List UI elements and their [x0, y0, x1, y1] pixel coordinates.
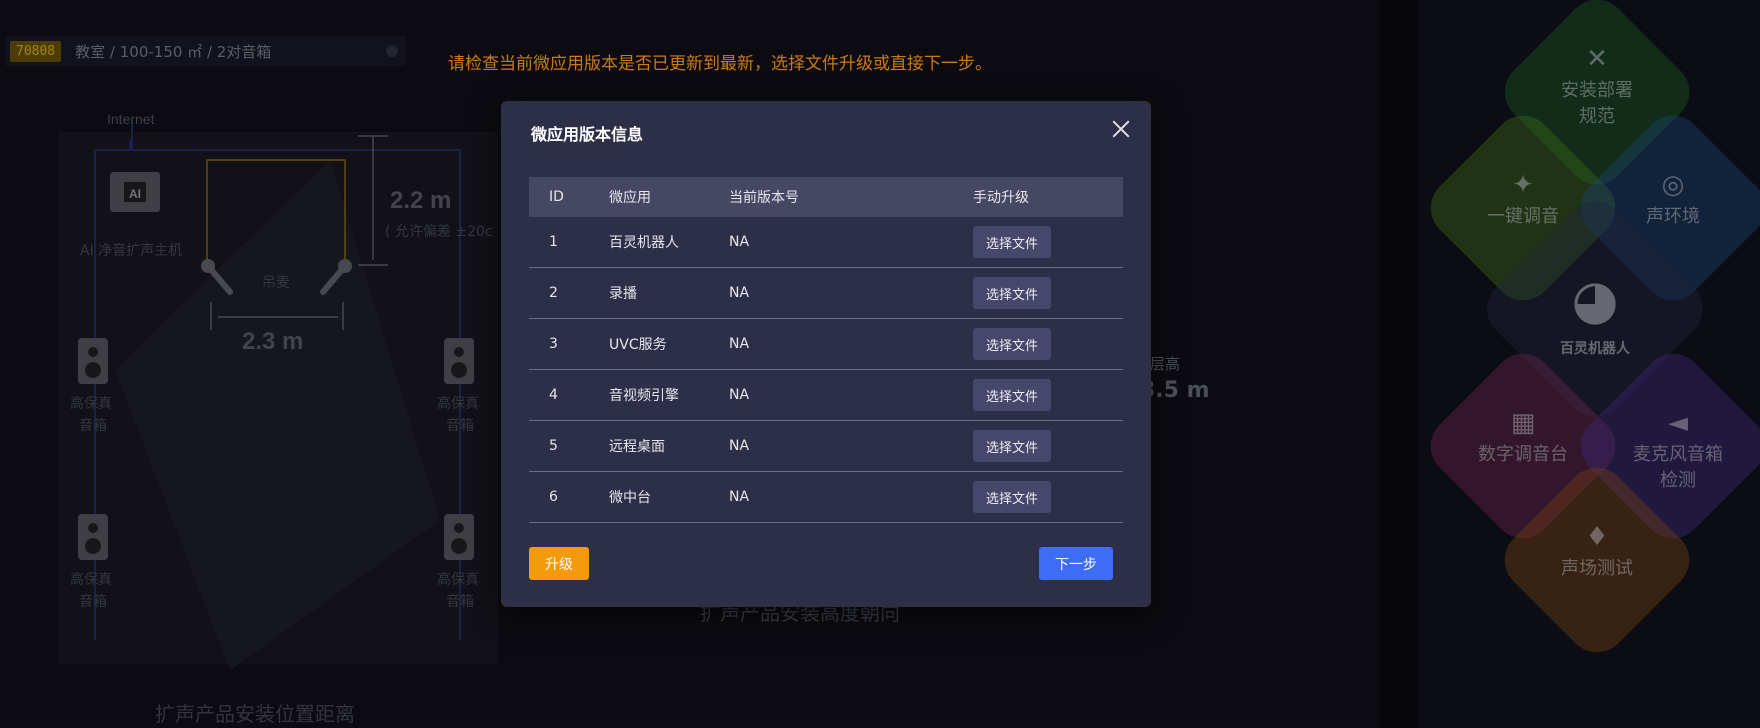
cell-id: 1 [549, 234, 558, 250]
select-file-button[interactable]: 选择文件 [973, 481, 1051, 513]
column-header-id: ID [549, 189, 564, 205]
column-header-upgrade: 手动升级 [973, 190, 1029, 206]
select-file-button[interactable]: 选择文件 [973, 226, 1051, 258]
select-file-button[interactable]: 选择文件 [973, 430, 1051, 462]
cell-app: 百灵机器人 [609, 235, 679, 251]
cell-id: 3 [549, 336, 558, 352]
table-row: 6 微中台 NA 选择文件 [529, 472, 1123, 523]
table-row: 3 UVC服务 NA 选择文件 [529, 319, 1123, 370]
next-step-button[interactable]: 下一步 [1039, 547, 1113, 580]
select-file-button[interactable]: 选择文件 [973, 328, 1051, 360]
close-icon[interactable] [1109, 117, 1133, 141]
cell-app: 微中台 [609, 490, 651, 506]
upgrade-button[interactable]: 升级 [529, 547, 589, 580]
dialog-title: 微应用版本信息 [531, 125, 644, 144]
cell-id: 4 [549, 387, 558, 403]
cell-app: 远程桌面 [609, 439, 665, 455]
cell-id: 6 [549, 489, 558, 505]
select-file-button[interactable]: 选择文件 [973, 277, 1051, 309]
cell-app: 录播 [609, 286, 637, 302]
column-header-version: 当前版本号 [729, 190, 799, 206]
cell-version: NA [729, 336, 750, 352]
cell-version: NA [729, 387, 750, 403]
cell-version: NA [729, 285, 750, 301]
micro-app-version-dialog: 微应用版本信息 ID 微应用 当前版本号 手动升级 1 百灵机器人 NA 选择文… [501, 101, 1151, 607]
cell-id: 2 [549, 285, 558, 301]
select-file-button[interactable]: 选择文件 [973, 379, 1051, 411]
table-row: 4 音视频引擎 NA 选择文件 [529, 370, 1123, 421]
column-header-app: 微应用 [609, 190, 651, 206]
cell-id: 5 [549, 438, 558, 454]
cell-app: 音视频引擎 [609, 388, 679, 404]
cell-version: NA [729, 234, 750, 250]
table-row: 2 录播 NA 选择文件 [529, 268, 1123, 319]
table-header: ID 微应用 当前版本号 手动升级 [529, 177, 1123, 217]
version-table: ID 微应用 当前版本号 手动升级 1 百灵机器人 NA 选择文件 2 录播 N… [529, 177, 1123, 523]
cell-app: UVC服务 [609, 337, 667, 353]
cell-version: NA [729, 438, 750, 454]
table-row: 5 远程桌面 NA 选择文件 [529, 421, 1123, 472]
table-row: 1 百灵机器人 NA 选择文件 [529, 217, 1123, 268]
cell-version: NA [729, 489, 750, 505]
